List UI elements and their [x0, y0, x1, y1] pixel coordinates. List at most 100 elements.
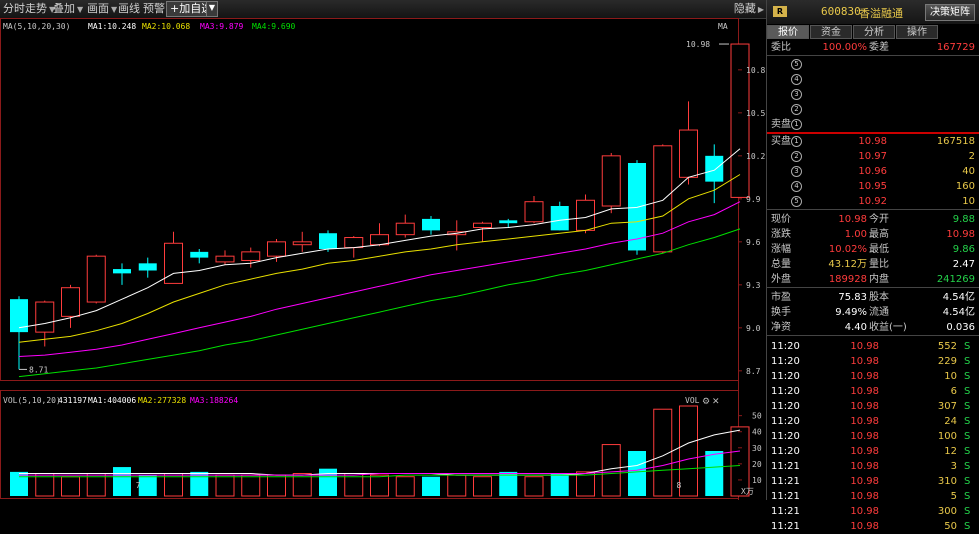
order-diff-label: 委差	[869, 42, 889, 53]
candle-body	[138, 263, 157, 271]
quote-label: 涨幅	[771, 244, 791, 255]
bid-level-row: 2 10.97 2	[767, 149, 979, 164]
level-circle-icon: 1	[791, 118, 802, 130]
trade-time: 11:20	[771, 341, 800, 352]
hide-panel-button[interactable]: 隐藏 ▶	[734, 0, 764, 18]
trade-time: 11:21	[771, 461, 800, 472]
quote-row: 涨幅 10.02% 最低 9.86	[767, 242, 979, 257]
trade-side: S	[964, 416, 971, 427]
trade-row: 11:20 10.98 100 S	[767, 429, 979, 444]
stats-value: 4.40	[844, 322, 867, 333]
trade-side: S	[964, 431, 971, 442]
ma-header-ma2: MA2:10.068	[142, 22, 190, 31]
candle-body	[61, 287, 80, 317]
trade-row: 11:21 10.98 310 S	[767, 474, 979, 489]
watchlist-dropdown-button[interactable]: ▼	[206, 1, 218, 17]
trade-volume: 5	[950, 491, 957, 502]
quote-value: 241269	[936, 274, 975, 285]
bid-volume: 10	[962, 196, 975, 207]
candle-body	[190, 251, 209, 258]
tab-quote[interactable]: 报价	[767, 25, 809, 39]
trade-side: S	[964, 491, 971, 502]
trade-volume: 310	[937, 476, 957, 487]
bid-level-number: 1	[791, 134, 802, 149]
order-ratio-row: 委比 100.00% 委差 167729	[767, 40, 979, 55]
vol-tick-label: 10	[752, 476, 762, 485]
quote-tabs: 报价 资金 分析 操作	[767, 25, 979, 39]
kline-chart[interactable]: MA(5,10,20,30) MA1:10.248 MA2:10.068 MA3…	[0, 18, 766, 500]
trade-price: 10.98	[850, 446, 879, 457]
ask-level-row: 4	[767, 72, 979, 87]
level-circle-icon: 5	[791, 195, 802, 207]
volume-bar	[138, 475, 157, 496]
kline-chart-svg: MA(5,10,20,30) MA1:10.248 MA2:10.068 MA3…	[0, 18, 765, 500]
x-axis-label: 8	[677, 481, 682, 490]
trade-price: 10.98	[850, 476, 879, 487]
bid-volume: 2	[968, 151, 975, 162]
candle-body	[113, 269, 131, 274]
close-icon[interactable]: ✕	[712, 397, 720, 407]
bid-price: 10.96	[858, 166, 887, 177]
vol-header-ma2: MA2:277328	[138, 396, 186, 405]
trade-side: S	[964, 401, 971, 412]
volume-bar	[370, 474, 389, 497]
price-tick-label: 10.5	[746, 109, 765, 118]
bid-level-row: 5 10.92 10	[767, 194, 979, 209]
trade-price: 10.98	[850, 371, 879, 382]
stats-row: 换手 9.49% 流通 4.54亿	[767, 305, 979, 320]
candle-body	[344, 237, 364, 249]
ask-level-number: 5	[791, 57, 802, 72]
trade-time: 11:20	[771, 431, 800, 442]
vol-tick-label: 20	[752, 460, 762, 469]
toolbar-screen-menu[interactable]: 画面 ▼	[87, 0, 117, 18]
candle-body	[215, 255, 235, 263]
bid-volume: 40	[962, 166, 975, 177]
candle-body	[395, 222, 415, 236]
volume-bar	[524, 476, 544, 497]
quote-value: 10.98	[946, 229, 975, 240]
toolbar-overlay-menu[interactable]: 叠加 ▼	[53, 0, 83, 18]
stats-value: 0.036	[946, 322, 975, 333]
quote-header: R 600830 香溢融通 决策矩阵	[767, 0, 979, 24]
trade-time: 11:21	[771, 476, 800, 487]
tab-funds[interactable]: 资金	[810, 25, 852, 39]
ma-header-ma1: MA1:10.248	[88, 22, 136, 31]
quote-label: 最高	[869, 229, 889, 240]
high-price-label: 10.98	[686, 40, 710, 49]
trade-volume: 3	[950, 461, 957, 472]
toolbar-draw-button[interactable]: 画线	[118, 0, 140, 18]
ma-header-right: MA	[718, 22, 728, 31]
toolbar-alert-button[interactable]: 预警	[143, 0, 165, 18]
stats-row: 市盈 75.83 股本 4.54亿	[767, 290, 979, 305]
trade-side: S	[964, 461, 971, 472]
candle-body	[422, 218, 440, 231]
trade-time: 11:20	[771, 401, 800, 412]
order-ratio-value: 100.00%	[822, 42, 868, 53]
trade-price: 10.98	[850, 386, 879, 397]
gear-icon[interactable]: ⚙	[702, 397, 710, 407]
tab-analysis[interactable]: 分析	[853, 25, 895, 39]
trade-volume: 229	[937, 356, 957, 367]
trade-price: 10.98	[850, 356, 879, 367]
stats-label: 换手	[771, 307, 791, 318]
bid-volume: 167518	[936, 136, 975, 147]
bid-price: 10.98	[858, 136, 887, 147]
ask-level-row: 5	[767, 57, 979, 72]
volume-bar	[730, 426, 750, 497]
level-circle-icon: 3	[791, 88, 802, 100]
panel-divider	[767, 55, 979, 56]
quote-row: 现价 10.98 今开 9.88	[767, 212, 979, 227]
tab-trade[interactable]: 操作	[896, 25, 938, 39]
trade-row: 11:20 10.98 6 S	[767, 384, 979, 399]
price-tick-label: 9.9	[746, 195, 761, 204]
trade-volume: 300	[937, 506, 957, 517]
trade-side: S	[964, 446, 971, 457]
toolbar-intraday-label: 分时走势	[3, 2, 47, 15]
stats-value: 75.83	[838, 292, 867, 303]
trade-time: 11:20	[771, 386, 800, 397]
bid-level-number: 4	[791, 179, 802, 194]
low-price-label: 8.71	[29, 365, 48, 374]
decision-matrix-button[interactable]: 决策矩阵	[925, 4, 975, 21]
trade-row: 11:20 10.98 12 S	[767, 444, 979, 459]
toolbar-intraday-menu[interactable]: 分时走势 ▼	[3, 0, 55, 18]
